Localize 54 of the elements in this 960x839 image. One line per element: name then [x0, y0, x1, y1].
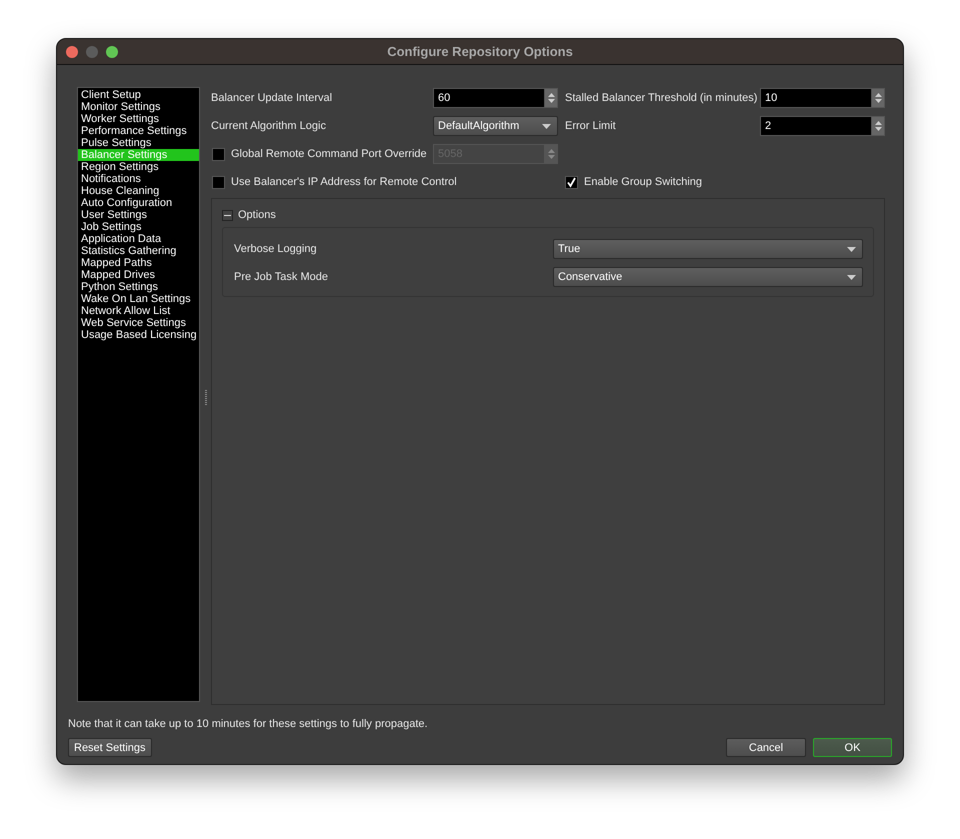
caret-icon: [542, 124, 551, 128]
dropdown[interactable]: DefaultAlgorithm: [433, 116, 558, 136]
caret-icon: [847, 274, 856, 280]
sidebar-item[interactable]: House Cleaning: [78, 185, 199, 197]
field-label: Pre Job Task Mode: [234, 271, 329, 283]
checkbox-label: Global Remote Command Port Override: [231, 148, 427, 160]
field-label: Stalled Balancer Threshold (in minutes): [565, 92, 758, 104]
sidebar-item[interactable]: Region Settings: [78, 161, 199, 173]
caret-icon: [847, 246, 856, 252]
close-button[interactable]: [66, 46, 78, 58]
window-title: Configure Repository Options: [387, 44, 573, 59]
checkbox[interactable]: [212, 176, 225, 188]
minimize-button[interactable]: [86, 46, 98, 58]
field-label: Balancer Update Interval: [211, 92, 334, 104]
dialog-button[interactable]: Cancel: [726, 738, 806, 757]
sidebar-item[interactable]: Worker Settings: [78, 113, 199, 125]
stepper-icon[interactable]: [874, 120, 882, 132]
dropdown[interactable]: True: [553, 239, 863, 259]
minus-icon: [224, 214, 231, 216]
sidebar-item[interactable]: Pulse Settings: [78, 137, 199, 149]
stepper-icon[interactable]: [874, 92, 882, 104]
stepper-icon[interactable]: [548, 92, 554, 104]
checkbox[interactable]: [565, 176, 578, 188]
sidebar-item[interactable]: Job Settings: [78, 221, 199, 233]
sidebar-item[interactable]: User Settings: [78, 209, 199, 221]
dialog-button[interactable]: Reset Settings: [68, 738, 152, 757]
field-label: Verbose Logging: [234, 243, 318, 255]
collapse-toggle[interactable]: [222, 210, 233, 220]
sidebar-item[interactable]: Client Setup: [78, 89, 199, 101]
sidebar-item[interactable]: Monitor Settings: [78, 101, 199, 113]
sidebar-item[interactable]: Statistics Gathering: [78, 245, 199, 257]
zoom-button[interactable]: [106, 46, 118, 58]
note-text: Note that it can take up to 10 minutes for these settings to fully propagate.: [68, 718, 429, 732]
sidebar-item[interactable]: Network Allow List: [78, 305, 199, 317]
spin-box[interactable]: 10: [760, 88, 885, 108]
field-label: Current Algorithm Logic: [211, 120, 327, 132]
field-label: Error Limit: [565, 120, 617, 132]
sidebar-item[interactable]: Usage Based Licensing: [78, 329, 199, 341]
sidebar-item[interactable]: Notifications: [78, 173, 199, 185]
dialog-button[interactable]: OK: [813, 738, 892, 757]
sidebar-item[interactable]: Auto Configuration: [78, 197, 199, 209]
sidebar-item[interactable]: Mapped Paths: [78, 257, 199, 269]
sidebar-item[interactable]: Mapped Drives: [78, 269, 199, 281]
sidebar-item[interactable]: Application Data: [78, 233, 199, 245]
sidebar-item[interactable]: Performance Settings: [78, 125, 199, 137]
sidebar-item[interactable]: Wake On Lan Settings: [78, 293, 199, 305]
spin-box[interactable]: 2: [760, 116, 885, 136]
sidebar-item[interactable]: Web Service Settings: [78, 317, 199, 329]
checkbox-label: Enable Group Switching: [584, 176, 702, 188]
group-title: Options: [238, 209, 276, 221]
spin-box[interactable]: 60: [433, 88, 558, 108]
checkbox-label: Use Balancer's IP Address for Remote Control: [231, 176, 457, 188]
sidebar-item[interactable]: Python Settings: [78, 281, 199, 293]
dropdown[interactable]: Conservative: [553, 267, 863, 287]
